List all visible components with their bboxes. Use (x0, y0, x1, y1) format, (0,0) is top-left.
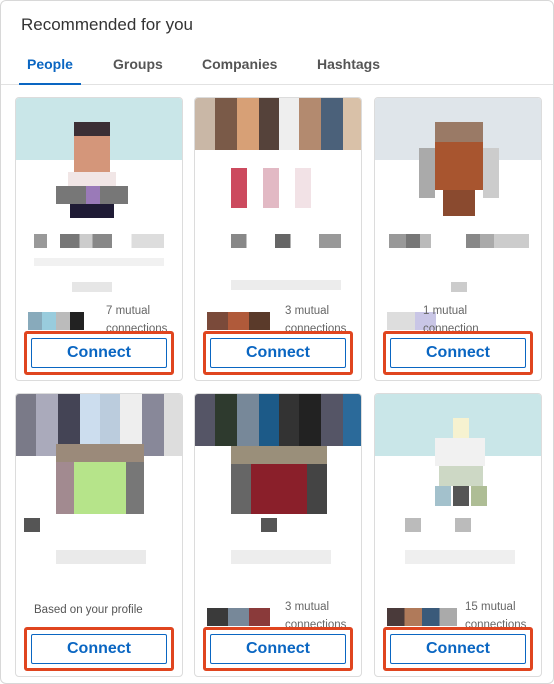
mutual-connections[interactable]: 15 mutual connections (387, 596, 537, 631)
mutual-connections[interactable]: 3 mutual connections (207, 300, 357, 335)
mutual-avatars (387, 608, 457, 626)
connect-highlight: Connect (203, 331, 353, 375)
panel-title: Recommended for you (21, 15, 193, 34)
person-card[interactable]: 7 mutual connections Connect (15, 97, 183, 381)
person-card[interactable]: 15 mutual connections Connect (374, 393, 542, 677)
mutual-connections[interactable]: 7 mutual connections (28, 300, 178, 335)
person-card[interactable]: Based on your profile Connect (15, 393, 183, 677)
connect-button[interactable]: Connect (390, 634, 526, 664)
mutual-avatars (207, 608, 277, 626)
connect-highlight: Connect (24, 331, 174, 375)
person-card[interactable]: 3 mutual connections Connect (194, 393, 362, 677)
connect-button[interactable]: Connect (390, 338, 526, 368)
tab-groups[interactable]: Groups (113, 56, 163, 84)
recommendations-panel: Recommended for you People Groups Compan… (0, 0, 554, 684)
profile-photo (56, 444, 144, 514)
connect-button[interactable]: Connect (31, 338, 167, 368)
connect-highlight: Connect (383, 627, 533, 671)
tab-companies[interactable]: Companies (202, 56, 277, 84)
recommendation-reason: Based on your profile (34, 604, 143, 616)
mutual-avatars (207, 312, 277, 330)
profile-photo (231, 446, 327, 516)
category-tabs: People Groups Companies Hashtags (1, 49, 553, 85)
connect-highlight: Connect (383, 331, 533, 375)
person-card[interactable]: 3 mutual connections Connect (194, 97, 362, 381)
mutual-connections[interactable]: 3 mutual connections (207, 596, 357, 631)
connect-button[interactable]: Connect (210, 634, 346, 664)
tab-people[interactable]: People (19, 56, 81, 85)
profile-photo (419, 118, 499, 218)
mutual-connections[interactable]: 1 mutual connection (387, 300, 537, 335)
tab-hashtags[interactable]: Hashtags (317, 56, 380, 84)
connect-button[interactable]: Connect (210, 338, 346, 368)
connect-highlight: Connect (203, 627, 353, 671)
profile-photo (405, 414, 515, 514)
profile-photo (56, 118, 128, 218)
mutual-avatars (28, 312, 98, 330)
connect-button[interactable]: Connect (31, 634, 167, 664)
person-card[interactable]: 1 mutual connection Connect (374, 97, 542, 381)
connect-highlight: Connect (24, 627, 174, 671)
